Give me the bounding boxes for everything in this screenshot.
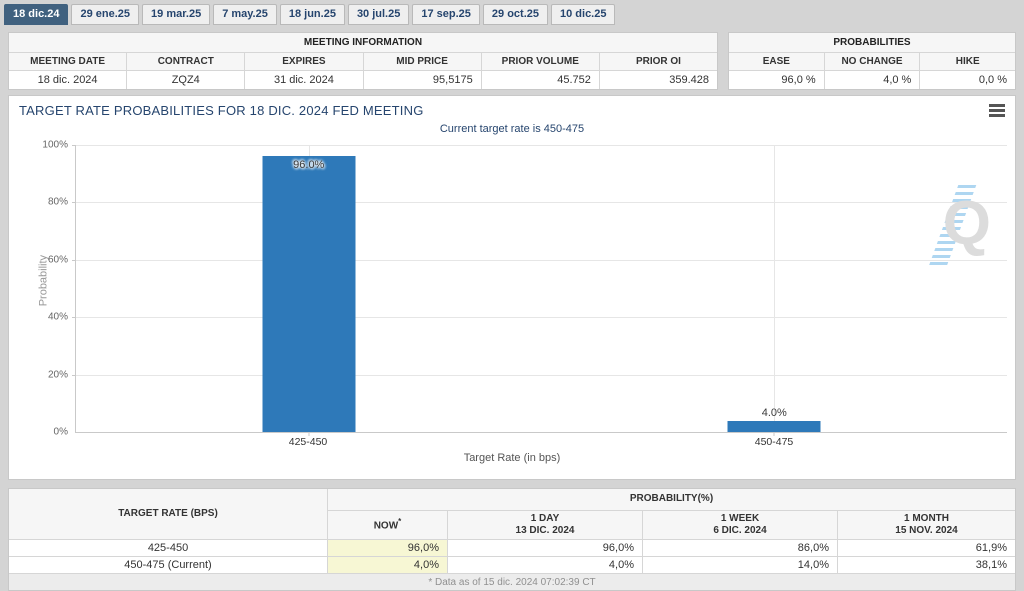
row2-1week: 14,0% xyxy=(643,557,838,574)
category-gridline-2 xyxy=(774,145,776,432)
y-tickmark xyxy=(72,317,76,319)
y-tickmark xyxy=(72,202,76,204)
prior-volume-value: 45.752 xyxy=(482,71,600,89)
col-header-1week: 1 WEEK 6 DIC. 2024 xyxy=(643,511,838,540)
y-tick-60: 60% xyxy=(47,254,68,266)
y-tickmark xyxy=(72,259,76,261)
row1-now: 96,0% xyxy=(328,540,448,557)
col-header-hike: HIKE xyxy=(920,53,1016,71)
row2-now: 4,0% xyxy=(328,557,448,574)
meeting-information-panel: MEETING INFORMATION MEETING DATE CONTRAC… xyxy=(8,32,718,90)
probabilities-panel: PROBABILITIES EASE NO CHANGE HIKE 96,0 %… xyxy=(728,32,1016,90)
meeting-date-value: 18 dic. 2024 xyxy=(9,71,128,89)
col-header-contract: CONTRACT xyxy=(127,53,246,71)
col-header-no-change: NO CHANGE xyxy=(824,53,921,71)
chart-title: TARGET RATE PROBABILITIES FOR 18 DIC. 20… xyxy=(19,103,424,118)
meeting-date-tabbar: 18 dic.24 29 ene.25 19 mar.25 7 may.25 1… xyxy=(0,0,1024,25)
row2-1day: 4,0% xyxy=(448,557,643,574)
gridline-60 xyxy=(76,259,1007,261)
tab-meeting-8[interactable]: 10 dic.25 xyxy=(551,4,616,25)
row1-rate: 425-450 xyxy=(9,540,328,557)
no-change-value: 4,0 % xyxy=(825,71,921,89)
bar-label-425-450: 96.0% xyxy=(293,159,325,172)
probability-group-header: PROBABILITY(%) xyxy=(328,489,1015,511)
ease-value: 96,0 % xyxy=(729,71,825,89)
y-tickmark xyxy=(72,145,76,146)
x-tick-425-450: 425-450 xyxy=(288,436,328,448)
y-tick-40: 40% xyxy=(47,311,68,323)
y-tickmark xyxy=(72,374,76,376)
x-axis-labels: 425-450 450-475 xyxy=(75,433,1007,449)
chart-subtitle: Current target rate is 450-475 xyxy=(439,123,585,135)
target-rate-chart-panel: TARGET RATE PROBABILITIES FOR 18 DIC. 20… xyxy=(8,95,1016,480)
info-row: MEETING INFORMATION MEETING DATE CONTRAC… xyxy=(8,32,1016,90)
tab-meeting-3[interactable]: 7 may.25 xyxy=(213,4,277,25)
y-tick-80: 80% xyxy=(47,196,68,208)
mid-price-value: 95,5175 xyxy=(364,71,482,89)
expires-value: 31 dic. 2024 xyxy=(245,71,364,89)
tab-meeting-4[interactable]: 18 jun.25 xyxy=(279,4,345,25)
meeting-information-title: MEETING INFORMATION xyxy=(9,33,717,53)
y-tick-100: 100% xyxy=(42,139,68,151)
col-header-ease: EASE xyxy=(729,53,825,71)
col-header-1day: 1 DAY 13 DIC. 2024 xyxy=(448,511,643,540)
col-header-expires: EXPIRES xyxy=(245,53,364,71)
tab-meeting-2[interactable]: 19 mar.25 xyxy=(142,4,211,25)
meeting-information-headers: MEETING DATE CONTRACT EXPIRES MID PRICE … xyxy=(9,53,718,71)
col-header-mid-price: MID PRICE xyxy=(363,53,482,71)
probability-history-table: TARGET RATE (BPS) PROBABILITY(%) NOW* 1 … xyxy=(8,488,1016,591)
bar-label-450-475: 4.0% xyxy=(761,406,787,419)
hike-value: 0,0 % xyxy=(978,74,1008,86)
gridline-80 xyxy=(76,202,1007,204)
col-header-meeting-date: MEETING DATE xyxy=(9,53,128,71)
x-tick-450-475: 450-475 xyxy=(754,436,794,448)
gridline-40 xyxy=(76,317,1007,319)
chart-plot-area: Probability 100% 80% 60% 40% 20% 0% Q 96… xyxy=(38,140,1007,438)
row1-1month: 61,9% xyxy=(838,540,1015,557)
tab-meeting-7[interactable]: 29 oct.25 xyxy=(482,4,548,25)
rate-column-header: TARGET RATE (BPS) xyxy=(9,489,328,540)
data-asof-footnote: * Data as of 15 dic. 2024 07:02:39 CT xyxy=(9,574,1015,590)
gridline-20 xyxy=(76,374,1007,376)
probabilities-values: 96,0 % 4,0 % 0,0 % xyxy=(729,71,1015,89)
quikstrike-watermark: Q xyxy=(927,185,991,269)
meeting-information-values: 18 dic. 2024 ZQZ4 31 dic. 2024 95,5175 4… xyxy=(9,71,717,89)
tab-meeting-5[interactable]: 30 jul.25 xyxy=(347,4,410,25)
row1-1day: 96,0% xyxy=(448,540,643,557)
bar-425-450[interactable]: 96.0% xyxy=(262,156,356,432)
prior-oi-value: 359.428 xyxy=(669,74,710,86)
col-header-now: NOW* xyxy=(328,511,448,540)
tab-meeting-0[interactable]: 18 dic.24 xyxy=(4,4,69,25)
col-header-prior-volume: PRIOR VOLUME xyxy=(481,53,600,71)
row2-rate: 450-475 (Current) xyxy=(9,557,328,574)
tab-meeting-6[interactable]: 17 sep.25 xyxy=(412,4,480,25)
bar-450-475[interactable]: 4.0% xyxy=(727,407,821,432)
row2-1month: 38,1% xyxy=(838,557,1015,574)
hamburger-icon[interactable] xyxy=(989,104,1005,119)
col-header-prior-oi: PRIOR OI xyxy=(599,53,718,71)
probabilities-title: PROBABILITIES xyxy=(729,33,1015,53)
y-tick-0: 0% xyxy=(53,426,68,438)
tab-meeting-1[interactable]: 29 ene.25 xyxy=(71,4,140,25)
probabilities-headers: EASE NO CHANGE HIKE xyxy=(729,53,1016,71)
watermark-slash-icon xyxy=(927,185,977,269)
col-header-1month: 1 MONTH 15 NOV. 2024 xyxy=(838,511,1015,540)
y-tick-20: 20% xyxy=(47,369,68,381)
gridline-100 xyxy=(76,145,1007,146)
contract-value: ZQZ4 xyxy=(127,71,246,89)
row1-1week: 86,0% xyxy=(643,540,838,557)
x-axis-title: Target Rate (in bps) xyxy=(463,452,561,464)
